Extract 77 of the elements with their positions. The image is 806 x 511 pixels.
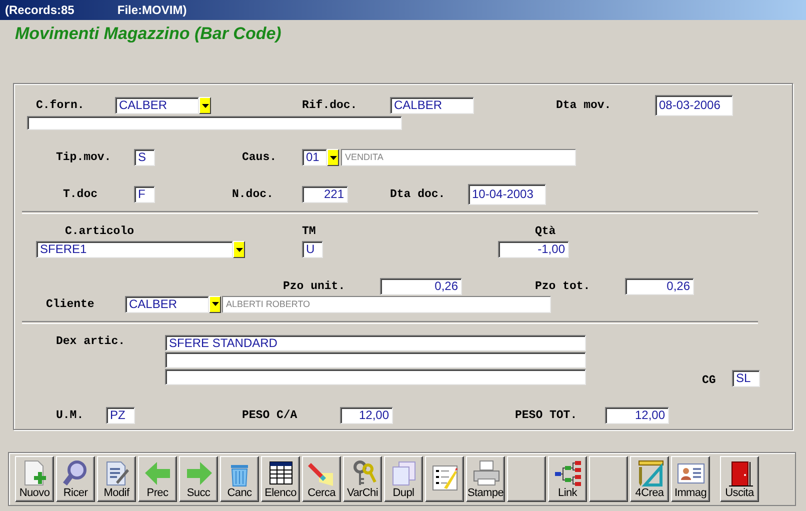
input-field[interactable]: 08-03-2006 xyxy=(655,95,733,116)
field-label: Dta mov. xyxy=(556,99,612,112)
field-label: N.doc. xyxy=(232,188,274,201)
field-label: Caus. xyxy=(242,151,277,164)
combo-field[interactable]: 01 xyxy=(302,149,327,166)
dropdown-button[interactable] xyxy=(199,97,211,114)
field-label: Dex artic. xyxy=(56,335,126,348)
input-field[interactable]: 10-04-2003 xyxy=(468,184,546,205)
right-arrow-icon xyxy=(184,459,214,487)
form-title: Movimenti Magazzino (Bar Code) xyxy=(14,23,282,44)
toolbar-button[interactable] xyxy=(507,456,546,502)
toolbar-button[interactable]: VarChi xyxy=(343,456,382,502)
caret-icon xyxy=(236,248,242,252)
toolbar-button[interactable]: Elenco xyxy=(261,456,300,502)
caret-icon xyxy=(330,156,336,160)
input-field[interactable] xyxy=(165,352,586,368)
combo-field[interactable]: SFERE1 xyxy=(36,241,233,258)
toolbar-button[interactable]: Link xyxy=(548,456,587,502)
input-field[interactable]: 221 xyxy=(302,186,348,203)
input-field[interactable]: 0,26 xyxy=(380,278,462,294)
field-label: Qtà xyxy=(535,225,556,238)
toolbar-button[interactable]: Modif xyxy=(97,456,136,502)
toolbar-button[interactable]: Prec xyxy=(138,456,177,502)
combo-field[interactable]: CALBER xyxy=(115,97,199,114)
input-field[interactable]: SFERE STANDARD xyxy=(165,335,586,351)
dropdown-button[interactable] xyxy=(233,241,245,258)
printer-icon xyxy=(471,459,501,487)
description-field: ALBERTI ROBERTO xyxy=(222,296,551,312)
input-field[interactable]: 0,26 xyxy=(625,278,694,294)
field-label: C.forn. xyxy=(36,99,84,112)
input-field[interactable]: CALBER xyxy=(390,97,474,114)
field-label: TM xyxy=(302,225,316,238)
input-field[interactable]: -1,00 xyxy=(498,241,569,258)
input-field[interactable]: SL xyxy=(732,370,760,387)
toolbar-button[interactable]: Dupl xyxy=(384,456,423,502)
checklist-pencil-icon xyxy=(430,463,460,491)
field-label: Pzo unit. xyxy=(283,280,346,292)
toolbar-button[interactable]: Uscita xyxy=(720,456,759,502)
caret-icon xyxy=(202,104,208,108)
input-field[interactable]: 12,00 xyxy=(340,406,393,424)
dropdown-button[interactable] xyxy=(209,296,221,312)
tree-icon xyxy=(553,459,583,487)
input-field[interactable]: S xyxy=(134,149,155,166)
window-title: (Records:85 xyxy=(5,3,74,17)
field-label: Dta doc. xyxy=(390,188,446,201)
toolbar-button[interactable]: Ricer xyxy=(56,456,95,502)
left-arrow-icon xyxy=(143,459,173,487)
toolbar-button[interactable] xyxy=(589,456,628,502)
input-field[interactable]: PZ xyxy=(106,406,135,424)
toolbar-button[interactable]: 4Crea xyxy=(630,456,669,502)
field-label: C.articolo xyxy=(65,225,134,238)
input-field[interactable]: U xyxy=(302,241,323,258)
input-field[interactable] xyxy=(165,369,586,385)
input-field[interactable] xyxy=(27,116,402,130)
input-field[interactable]: F xyxy=(134,186,155,203)
field-label: Tip.mov. xyxy=(56,151,112,164)
field-label: CG xyxy=(702,374,716,387)
toolbar-button[interactable]: Canc xyxy=(220,456,259,502)
field-label: Pzo tot. xyxy=(535,280,590,292)
toolbar-button[interactable]: Immag xyxy=(671,456,710,502)
toolbar-button[interactable]: Stampe xyxy=(466,456,505,502)
toolbar-button[interactable]: Cerca xyxy=(302,456,341,502)
field-label: PESO C/A xyxy=(242,408,298,422)
toolbar-button[interactable]: Nuovo xyxy=(15,456,54,502)
combo-field[interactable]: CALBER xyxy=(125,296,209,312)
field-label: Cliente xyxy=(46,298,94,310)
field-label: Rif.doc. xyxy=(302,99,358,112)
dropdown-button[interactable] xyxy=(327,149,339,166)
toolbar-button[interactable] xyxy=(425,456,464,502)
input-field[interactable]: 12,00 xyxy=(605,406,669,424)
caret-icon xyxy=(212,302,218,306)
field-label: T.doc xyxy=(63,188,98,201)
field-label: PESO TOT. xyxy=(515,408,578,422)
description-field: VENDITA xyxy=(341,149,576,166)
window-title: File:MOVIM) xyxy=(117,3,187,17)
toolbar-button[interactable]: Succ xyxy=(179,456,218,502)
field-label: U.M. xyxy=(56,408,84,422)
